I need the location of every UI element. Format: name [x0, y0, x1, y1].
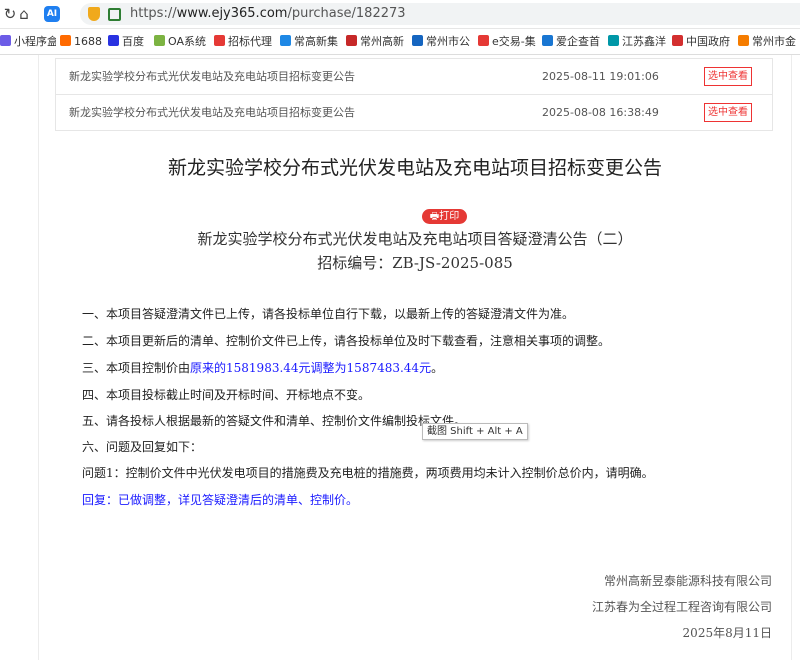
bookmark-label: 江苏鑫洋: [622, 35, 666, 48]
screenshot-tooltip: 截图 Shift + Alt + A: [422, 423, 528, 440]
bookmark-icon: [280, 35, 291, 46]
address-bar[interactable]: https://www.ejy365.com/purchase/182273: [80, 3, 800, 25]
bookmark-item[interactable]: 常州市公: [412, 34, 470, 50]
paragraph-6: 六、问题及回复如下：: [82, 440, 203, 454]
bookmark-label: 百度: [122, 35, 144, 48]
bookmark-icon: [0, 35, 11, 46]
bookmark-icon: [60, 35, 71, 46]
bookmark-icon: [738, 35, 749, 46]
bookmark-label: 常州市金: [752, 35, 796, 48]
browser-toolbar: ↻ ⌂ AI https://www.ejy365.com/purchase/1…: [0, 0, 800, 29]
signature-company-1: 常州高新昱泰能源科技有限公司: [603, 574, 772, 588]
bookmark-item[interactable]: e交易-集: [478, 34, 536, 50]
announcement-list: 新龙实验学校分布式光伏发电站及充电站项目招标变更公告 2025-08-11 19…: [55, 58, 773, 131]
bookmark-label: OA系统: [168, 35, 206, 48]
ai-assistant-icon[interactable]: AI: [44, 6, 60, 22]
paragraph-4: 四、本项目投标截止时间及开标时间、开标地点不变。: [82, 388, 371, 402]
bookmark-label: 爱企查首: [556, 35, 600, 48]
view-button[interactable]: 选中查看: [704, 103, 752, 122]
bookmark-item[interactable]: 江苏鑫洋: [608, 34, 666, 50]
bookmark-icon: [478, 35, 489, 46]
tender-code: 招标编号：ZB-JS-2025-085: [317, 254, 513, 272]
bookmark-item[interactable]: 1688: [60, 34, 104, 50]
bookmark-label: 常州高新: [360, 35, 404, 48]
shield-icon[interactable]: [88, 7, 100, 21]
bookmark-item[interactable]: OA系统: [154, 34, 206, 50]
bookmark-icon: [542, 35, 553, 46]
bookmark-label: 常州市公: [426, 35, 470, 48]
paragraph-3-suffix: 。: [431, 361, 444, 375]
url-text[interactable]: https://www.ejy365.com/purchase/182273: [130, 5, 406, 23]
bookmark-item[interactable]: 常高新集: [280, 34, 338, 50]
paragraph-3: 三、本项目控制价由原来的1581983.44元调整为1587483.44元。: [82, 359, 443, 376]
bookmark-item[interactable]: 小程序盒: [0, 34, 56, 50]
bookmark-icon: [154, 35, 165, 46]
bookmark-icon: [608, 35, 619, 46]
bookmark-icon: [346, 35, 357, 46]
lock-icon[interactable]: [108, 8, 121, 21]
print-button[interactable]: 🖶打印: [422, 209, 467, 224]
list-item-date: 2025-08-11 19:01:06: [542, 70, 659, 83]
question-1: 问题1：控制价文件中光伏发电项目的措施费及充电桩的措施费，两项费用均未计入控制价…: [82, 466, 654, 480]
bookmark-label: e交易-集: [492, 35, 536, 48]
list-item-title[interactable]: 新龙实验学校分布式光伏发电站及充电站项目招标变更公告: [69, 59, 355, 94]
bookmark-icon: [214, 35, 225, 46]
bookmark-item[interactable]: 百度: [108, 34, 154, 50]
bookmark-icon: [672, 35, 683, 46]
bookmark-label: 1688: [74, 35, 102, 48]
article-header: 新龙实验学校分布式光伏发电站及充电站项目答疑澄清公告（二） 招标编号：ZB-JS…: [39, 227, 791, 275]
bookmark-label: 中国政府: [686, 35, 730, 48]
url-host: www.ejy365.com: [176, 6, 288, 21]
article-subtitle: 新龙实验学校分布式光伏发电站及充电站项目答疑澄清公告（二）: [197, 230, 633, 248]
page-content: 新龙实验学校分布式光伏发电站及充电站项目招标变更公告 2025-08-11 19…: [38, 55, 792, 660]
url-prefix: https://: [130, 6, 177, 21]
answer-1: 回复：已做调整，详见答疑澄清后的清单、控制价。: [82, 493, 359, 507]
list-item-title[interactable]: 新龙实验学校分布式光伏发电站及充电站项目招标变更公告: [69, 95, 355, 130]
list-item: 新龙实验学校分布式光伏发电站及充电站项目招标变更公告 2025-08-11 19…: [56, 58, 772, 94]
bookmark-label: 常高新集: [294, 35, 338, 48]
page-title: 新龙实验学校分布式光伏发电站及充电站项目招标变更公告: [167, 157, 662, 179]
list-item: 新龙实验学校分布式光伏发电站及充电站项目招标变更公告 2025-08-08 16…: [56, 94, 772, 130]
home-icon[interactable]: ⌂: [14, 4, 34, 24]
bookmarks-bar: 小程序盒 1688 百度 OA系统 招标代理 常高新集 常州高新 常州市公 e交…: [0, 29, 800, 55]
bookmark-item[interactable]: 常州市金: [738, 34, 800, 50]
bookmark-item[interactable]: 招标代理: [214, 34, 274, 50]
bookmark-item[interactable]: 爱企查首: [542, 34, 600, 50]
paragraph-1: 一、本项目答疑澄清文件已上传，请各投标单位自行下载，以最新上传的答疑澄清文件为准…: [82, 307, 575, 321]
signature-date: 2025年8月11日: [682, 626, 772, 640]
paragraph-2: 二、本项目更新后的清单、控制价文件已上传，请各投标单位及时下载查看，注意相关事项…: [82, 334, 611, 348]
list-item-date: 2025-08-08 16:38:49: [542, 106, 659, 119]
paragraph-3-prefix: 三、本项目控制价由: [82, 361, 191, 375]
price-change-text: 原来的1581983.44元调整为1587483.44元: [190, 361, 432, 375]
bookmark-icon: [412, 35, 423, 46]
view-button[interactable]: 选中查看: [704, 67, 752, 86]
bookmark-item[interactable]: 中国政府: [672, 34, 732, 50]
bookmark-label: 小程序盒: [14, 35, 56, 48]
bookmark-item[interactable]: 常州高新: [346, 34, 404, 50]
url-path: /purchase/182273: [287, 6, 406, 21]
paragraph-5: 五、请各投标人根据最新的答疑文件和清单、控制价文件编制投标文件。: [82, 414, 467, 428]
bookmark-label: 招标代理: [228, 35, 272, 48]
bookmark-icon: [108, 35, 119, 46]
signature-company-2: 江苏春为全过程工程咨询有限公司: [591, 600, 772, 614]
